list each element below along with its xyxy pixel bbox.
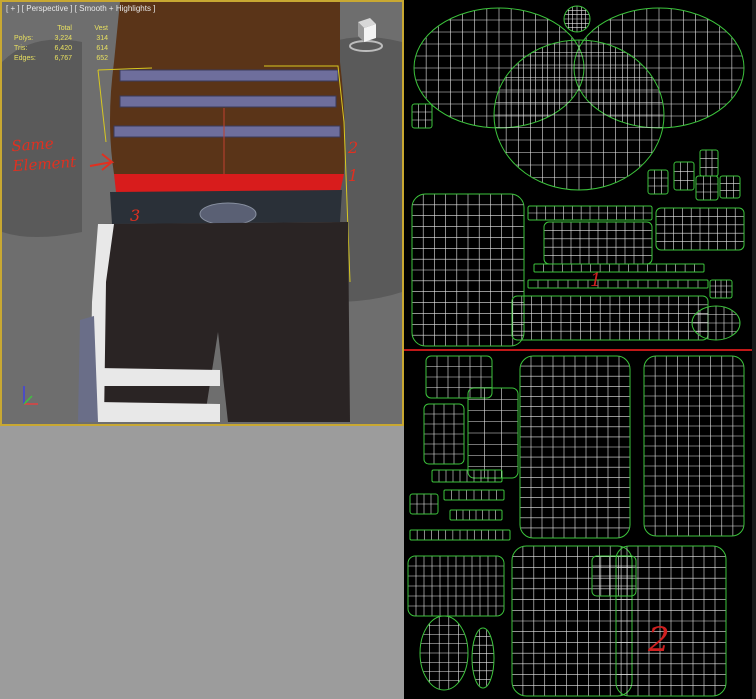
stats-total: 6,767: [54, 55, 72, 62]
uv-island-vest-strap[interactable]: [527, 205, 653, 221]
uv-island-finger[interactable]: [719, 175, 741, 199]
stats-header: Total Vest: [14, 24, 108, 34]
uv-island-vest-band[interactable]: [527, 279, 709, 289]
stats-total: 3,224: [54, 35, 72, 42]
stats-row-edges: Edges: 6,767 652: [14, 54, 108, 64]
uv-island-strip[interactable]: [409, 529, 511, 541]
stats-vest: 314: [96, 35, 108, 42]
uv-island-vest-panel[interactable]: [543, 221, 653, 265]
vest-strap[interactable]: [113, 125, 341, 138]
belt-buckle: [199, 202, 257, 226]
uv-island-shirt-front[interactable]: [511, 545, 633, 697]
uv-layout[interactable]: [404, 0, 756, 699]
torso-skin: [110, 2, 345, 174]
uv-island-vest-back[interactable]: [411, 193, 525, 347]
uv-island-pant-leg-right[interactable]: [643, 355, 745, 537]
uv-island-finger[interactable]: [673, 161, 695, 191]
uv-island-finger[interactable]: [695, 175, 719, 201]
annotation-number-1: 1: [348, 166, 359, 185]
stats-header-vest: Vest: [94, 25, 108, 32]
uv-island-finger[interactable]: [699, 149, 719, 177]
uv-island-finger[interactable]: [647, 169, 669, 195]
uv-island-collar[interactable]: [591, 555, 637, 597]
uv-island-head-right[interactable]: [573, 7, 745, 129]
uv-island-small[interactable]: [411, 103, 433, 129]
perspective-viewport[interactable]: [ + ] [ Perspective ] [ Smooth + Highlig…: [0, 0, 404, 426]
uv-island-holster[interactable]: [467, 387, 519, 479]
stats-label: Polys:: [14, 35, 34, 42]
stats-label: Edges:: [14, 55, 36, 62]
thigh-strap: [98, 402, 220, 422]
uv-island-pant-leg-left[interactable]: [519, 355, 631, 539]
stats-vest: 652: [96, 55, 108, 62]
uv-island-top-disc[interactable]: [563, 5, 591, 33]
uv-island-vest-side[interactable]: [655, 207, 745, 251]
uv-island-vest-band[interactable]: [533, 263, 705, 273]
uv-island-vest-strip[interactable]: [511, 295, 709, 341]
axis-tripod-icon: [23, 386, 38, 405]
empty-panel: [0, 426, 404, 699]
uv-island-belt[interactable]: [443, 489, 505, 501]
stats-label: Tris:: [14, 45, 28, 52]
stats-row-polys: Polys: 3,224 314: [14, 34, 108, 44]
uv-island-vest-oval[interactable]: [691, 305, 741, 341]
uv-island-pocket[interactable]: [425, 355, 493, 399]
stats-vest: 614: [96, 45, 108, 52]
stats-header-name: [14, 24, 42, 34]
uv-island-small[interactable]: [709, 279, 733, 299]
stats-total: 6,420: [54, 45, 72, 52]
pants: [100, 222, 350, 422]
vest-strap[interactable]: [119, 95, 337, 108]
bounding-box: [97, 69, 107, 143]
uv-island-cuff[interactable]: [471, 627, 495, 689]
uv-editor-viewport[interactable]: 1 2: [404, 0, 756, 699]
uv-label-2: 2: [648, 620, 670, 660]
uv-scroll-edge: [752, 0, 756, 699]
vest-strap[interactable]: [119, 69, 339, 82]
uv-island-belt[interactable]: [431, 469, 503, 483]
uv-island-sleeve[interactable]: [419, 615, 469, 691]
annotation-same-element: Same Element: [11, 132, 77, 176]
stats-row-tris: Tris: 6,420 614: [14, 44, 108, 54]
character-model[interactable]: [2, 2, 402, 424]
thigh-strap: [98, 368, 220, 386]
annotation-number-2: 2: [348, 138, 359, 157]
viewcube-icon[interactable]: [346, 10, 386, 54]
uv-label-1: 1: [590, 270, 602, 291]
uv-island-holster-strap[interactable]: [423, 403, 465, 465]
poly-stats: Total Vest Polys: 3,224 314 Tris: 6,420 …: [14, 24, 108, 64]
selected-element[interactable]: [114, 174, 344, 192]
uv-island-face[interactable]: [493, 39, 665, 191]
stats-header-total: Total: [57, 25, 72, 32]
uv-island-head-left[interactable]: [413, 7, 585, 129]
annotation-number-3: 3: [130, 206, 141, 225]
uv-island-strip[interactable]: [449, 509, 503, 521]
uv-island-strip[interactable]: [409, 493, 439, 515]
annotation-arrow: [89, 153, 115, 171]
uv-island-sleeve[interactable]: [407, 555, 505, 617]
viewport-label[interactable]: [ + ] [ Perspective ] [ Smooth + Highlig…: [6, 4, 155, 13]
